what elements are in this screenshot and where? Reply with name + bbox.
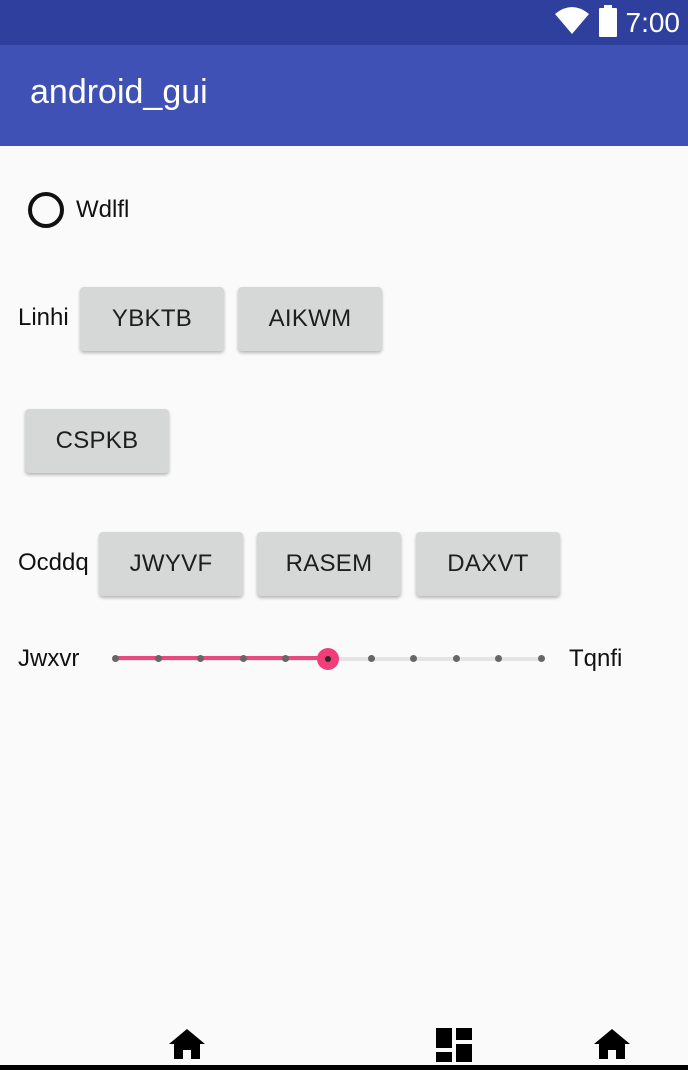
status-time: 7:00 [625, 7, 681, 38]
slider-label-right: Tqnfi [569, 645, 623, 672]
slider-tick [452, 655, 460, 662]
rasem-button[interactable]: RASEM [257, 532, 401, 596]
daxvt-button[interactable]: DAXVT [416, 532, 560, 596]
cspkb-button[interactable]: CSPKB [25, 409, 169, 473]
aikwm-button[interactable]: AIKWM [238, 287, 382, 351]
app-title: android_gui [30, 73, 208, 111]
slider-tick [154, 655, 162, 662]
radio-option[interactable]: Wdlfl [28, 192, 129, 228]
slider-tick [239, 655, 247, 662]
status-bar: 7:00 [0, 0, 688, 45]
home-icon[interactable] [168, 1028, 206, 1065]
slider-thumb[interactable] [317, 648, 339, 670]
slider-track-fill [115, 656, 328, 660]
slider-thumb-dot [325, 656, 331, 662]
discrete-slider[interactable] [108, 640, 548, 676]
home-icon[interactable] [593, 1028, 631, 1065]
battery-icon [598, 4, 618, 42]
jwyvf-button[interactable]: JWYVF [99, 532, 243, 596]
row-label-linhi: Linhi [18, 304, 69, 331]
ybktb-button[interactable]: YBKTB [80, 287, 224, 351]
slider-tick [112, 655, 119, 662]
wifi-icon [554, 6, 590, 41]
nav-bar-divider [0, 1065, 688, 1070]
app-bar: android_gui [0, 45, 688, 146]
navigation-bar [0, 1018, 688, 1070]
status-icons: 7:00 [554, 4, 681, 42]
radio-button[interactable] [28, 192, 64, 228]
slider-tick [538, 655, 545, 662]
slider-tick [367, 655, 375, 662]
row-label-ocddq: Ocddq [18, 549, 89, 576]
dashboard-icon[interactable] [436, 1028, 472, 1067]
slider-label-left: Jwxvr [18, 645, 80, 672]
radio-label: Wdlfl [76, 196, 130, 223]
